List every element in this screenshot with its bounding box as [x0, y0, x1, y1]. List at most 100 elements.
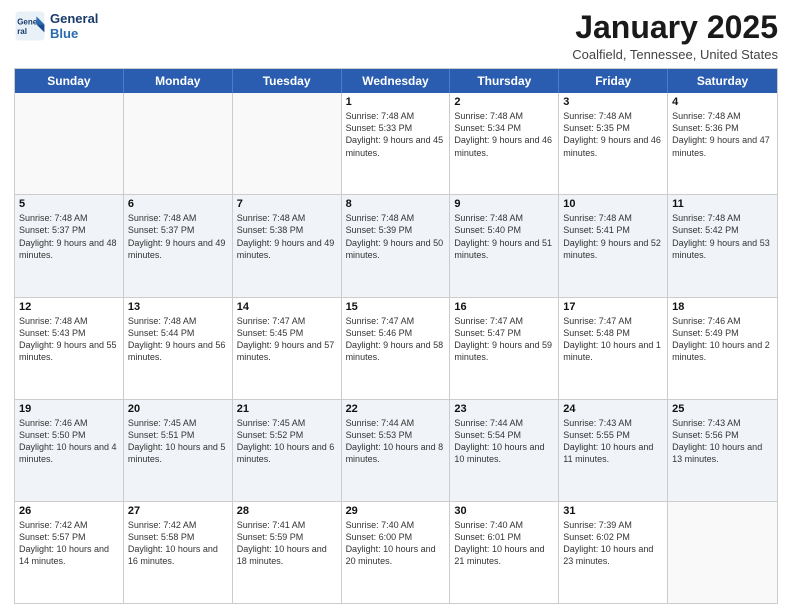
- day-cell-empty: [233, 93, 342, 194]
- day-info: Sunrise: 7:44 AMSunset: 5:53 PMDaylight:…: [346, 417, 446, 466]
- day-info: Sunrise: 7:48 AMSunset: 5:37 PMDaylight:…: [128, 212, 228, 261]
- day-number: 16: [454, 301, 554, 313]
- day-info: Sunrise: 7:48 AMSunset: 5:38 PMDaylight:…: [237, 212, 337, 261]
- day-number: 11: [672, 198, 773, 210]
- day-info: Sunrise: 7:43 AMSunset: 5:55 PMDaylight:…: [563, 417, 663, 466]
- day-cell-17: 17 Sunrise: 7:47 AMSunset: 5:48 PMDayligh…: [559, 298, 668, 399]
- day-cell-18: 18 Sunrise: 7:46 AMSunset: 5:49 PMDayligh…: [668, 298, 777, 399]
- day-number: 28: [237, 505, 337, 517]
- location: Coalfield, Tennessee, United States: [572, 47, 778, 62]
- day-info: Sunrise: 7:39 AMSunset: 6:02 PMDaylight:…: [563, 519, 663, 568]
- day-info: Sunrise: 7:40 AMSunset: 6:00 PMDaylight:…: [346, 519, 446, 568]
- day-cell-31: 31 Sunrise: 7:39 AMSunset: 6:02 PMDayligh…: [559, 502, 668, 603]
- day-cell-3: 3 Sunrise: 7:48 AMSunset: 5:35 PMDaylight…: [559, 93, 668, 194]
- day-cell-30: 30Sunrise: 7:40 AMSunset: 6:01 PMDayligh…: [450, 502, 559, 603]
- month-title: January 2025: [572, 10, 778, 45]
- day-number: 6: [128, 198, 228, 210]
- day-info: Sunrise: 7:48 AMSunset: 5:42 PMDaylight:…: [672, 212, 773, 261]
- day-cell-5: 5 Sunrise: 7:48 AMSunset: 5:37 PMDaylight…: [15, 195, 124, 296]
- week-row-4: 19Sunrise: 7:46 AMSunset: 5:50 PMDayligh…: [15, 399, 777, 501]
- day-info: Sunrise: 7:46 AMSunset: 5:49 PMDaylight:…: [672, 315, 773, 364]
- day-info: Sunrise: 7:48 AMSunset: 5:39 PMDaylight:…: [346, 212, 446, 261]
- day-info: Sunrise: 7:48 AMSunset: 5:36 PMDaylight:…: [672, 110, 773, 159]
- day-number: 7: [237, 198, 337, 210]
- day-header-saturday: Saturday: [668, 69, 777, 93]
- week-row-5: 26 Sunrise: 7:42 AMSunset: 5:57 PMDayligh…: [15, 501, 777, 603]
- day-info: Sunrise: 7:45 AMSunset: 5:51 PMDaylight:…: [128, 417, 228, 466]
- day-info: Sunrise: 7:45 AMSunset: 5:52 PMDaylight:…: [237, 417, 337, 466]
- day-number: 17: [563, 301, 663, 313]
- day-number: 4: [672, 96, 773, 108]
- day-cell-27: 27Sunrise: 7:42 AMSunset: 5:58 PMDayligh…: [124, 502, 233, 603]
- day-cell-6: 6 Sunrise: 7:48 AMSunset: 5:37 PMDaylight…: [124, 195, 233, 296]
- day-cell-1: 1Sunrise: 7:48 AMSunset: 5:33 PMDaylight…: [342, 93, 451, 194]
- day-info: Sunrise: 7:48 AMSunset: 5:40 PMDaylight:…: [454, 212, 554, 261]
- title-area: January 2025 Coalfield, Tennessee, Unite…: [572, 10, 778, 62]
- day-cell-8: 8 Sunrise: 7:48 AMSunset: 5:39 PMDaylight…: [342, 195, 451, 296]
- day-info: Sunrise: 7:47 AMSunset: 5:47 PMDaylight:…: [454, 315, 554, 364]
- svg-text:Gene: Gene: [17, 17, 38, 26]
- day-info: Sunrise: 7:44 AMSunset: 5:54 PMDaylight:…: [454, 417, 554, 466]
- day-number: 19: [19, 403, 119, 415]
- day-info: Sunrise: 7:48 AMSunset: 5:35 PMDaylight:…: [563, 110, 663, 159]
- day-number: 31: [563, 505, 663, 517]
- day-cell-12: 12 Sunrise: 7:48 AMSunset: 5:43 PMDayligh…: [15, 298, 124, 399]
- day-info: Sunrise: 7:48 AMSunset: 5:37 PMDaylight:…: [19, 212, 119, 261]
- week-row-1: 1Sunrise: 7:48 AMSunset: 5:33 PMDaylight…: [15, 93, 777, 194]
- day-info: Sunrise: 7:47 AMSunset: 5:45 PMDaylight:…: [237, 315, 337, 364]
- day-number: 5: [19, 198, 119, 210]
- calendar: SundayMondayTuesdayWednesdayThursdayFrid…: [14, 68, 778, 604]
- day-number: 26: [19, 505, 119, 517]
- day-cell-14: 14 Sunrise: 7:47 AMSunset: 5:45 PMDayligh…: [233, 298, 342, 399]
- day-number: 3: [563, 96, 663, 108]
- day-cell-11: 11 Sunrise: 7:48 AMSunset: 5:42 PMDayligh…: [668, 195, 777, 296]
- day-number: 14: [237, 301, 337, 313]
- day-info: Sunrise: 7:42 AMSunset: 5:57 PMDaylight:…: [19, 519, 119, 568]
- day-cell-empty: [668, 502, 777, 603]
- day-cell-9: 9 Sunrise: 7:48 AMSunset: 5:40 PMDaylight…: [450, 195, 559, 296]
- day-info: Sunrise: 7:43 AMSunset: 5:56 PMDaylight:…: [672, 417, 773, 466]
- day-number: 12: [19, 301, 119, 313]
- day-number: 1: [346, 96, 446, 108]
- day-headers: SundayMondayTuesdayWednesdayThursdayFrid…: [15, 69, 777, 93]
- day-number: 18: [672, 301, 773, 313]
- day-number: 8: [346, 198, 446, 210]
- day-number: 2: [454, 96, 554, 108]
- week-row-2: 5 Sunrise: 7:48 AMSunset: 5:37 PMDaylight…: [15, 194, 777, 296]
- day-number: 10: [563, 198, 663, 210]
- day-info: Sunrise: 7:47 AMSunset: 5:46 PMDaylight:…: [346, 315, 446, 364]
- day-number: 22: [346, 403, 446, 415]
- day-header-tuesday: Tuesday: [233, 69, 342, 93]
- day-cell-7: 7 Sunrise: 7:48 AMSunset: 5:38 PMDaylight…: [233, 195, 342, 296]
- day-number: 9: [454, 198, 554, 210]
- day-number: 13: [128, 301, 228, 313]
- day-cell-24: 24 Sunrise: 7:43 AMSunset: 5:55 PMDayligh…: [559, 400, 668, 501]
- day-cell-20: 20 Sunrise: 7:45 AMSunset: 5:51 PMDayligh…: [124, 400, 233, 501]
- day-cell-10: 10 Sunrise: 7:48 AMSunset: 5:41 PMDayligh…: [559, 195, 668, 296]
- day-info: Sunrise: 7:48 AMSunset: 5:41 PMDaylight:…: [563, 212, 663, 261]
- logo: Gene ral General Blue: [14, 10, 98, 42]
- day-number: 20: [128, 403, 228, 415]
- day-number: 24: [563, 403, 663, 415]
- day-header-wednesday: Wednesday: [342, 69, 451, 93]
- day-number: 21: [237, 403, 337, 415]
- day-info: Sunrise: 7:40 AMSunset: 6:01 PMDaylight:…: [454, 519, 554, 568]
- day-cell-29: 29Sunrise: 7:40 AMSunset: 6:00 PMDayligh…: [342, 502, 451, 603]
- svg-text:ral: ral: [17, 27, 27, 36]
- day-cell-26: 26 Sunrise: 7:42 AMSunset: 5:57 PMDayligh…: [15, 502, 124, 603]
- day-info: Sunrise: 7:48 AMSunset: 5:34 PMDaylight:…: [454, 110, 554, 159]
- day-cell-22: 22 Sunrise: 7:44 AMSunset: 5:53 PMDayligh…: [342, 400, 451, 501]
- day-cell-13: 13Sunrise: 7:48 AMSunset: 5:44 PMDayligh…: [124, 298, 233, 399]
- day-info: Sunrise: 7:47 AMSunset: 5:48 PMDaylight:…: [563, 315, 663, 364]
- day-header-sunday: Sunday: [15, 69, 124, 93]
- calendar-body: 1Sunrise: 7:48 AMSunset: 5:33 PMDaylight…: [15, 93, 777, 603]
- day-number: 15: [346, 301, 446, 313]
- day-number: 27: [128, 505, 228, 517]
- day-info: Sunrise: 7:48 AMSunset: 5:43 PMDaylight:…: [19, 315, 119, 364]
- day-cell-empty: [124, 93, 233, 194]
- logo-icon: Gene ral: [14, 10, 46, 42]
- logo-text: General Blue: [50, 11, 98, 41]
- day-cell-28: 28Sunrise: 7:41 AMSunset: 5:59 PMDayligh…: [233, 502, 342, 603]
- day-cell-empty: [15, 93, 124, 194]
- header: Gene ral General Blue January 2025 Coalf…: [14, 10, 778, 62]
